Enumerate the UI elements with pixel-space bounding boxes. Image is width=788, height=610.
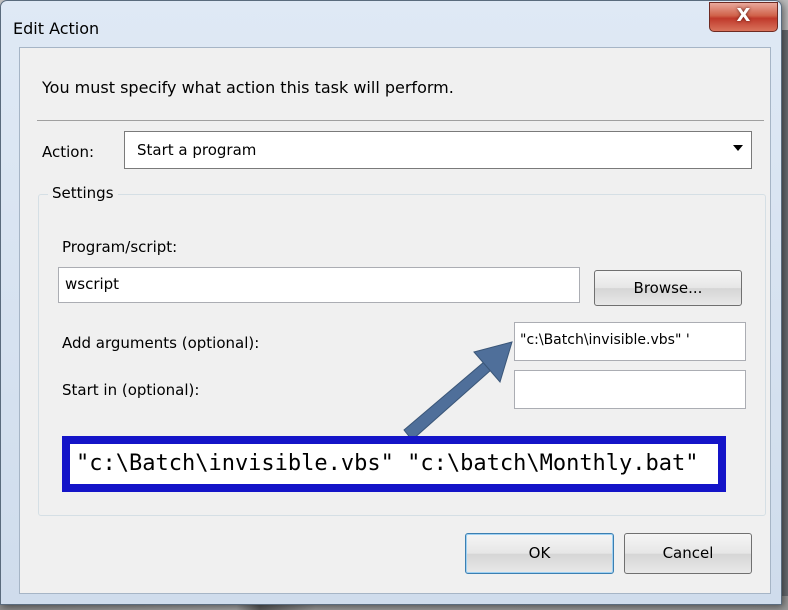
program-script-label: Program/script: xyxy=(62,238,178,256)
browse-button[interactable]: Browse... xyxy=(594,270,742,306)
close-icon: X xyxy=(736,5,751,26)
chevron-down-icon[interactable] xyxy=(733,145,743,151)
program-script-input[interactable]: wscript xyxy=(58,267,580,303)
settings-group-label: Settings xyxy=(48,184,118,202)
program-script-value: wscript xyxy=(65,275,120,293)
add-arguments-input[interactable]: "c:\Batch\invisible.vbs" ' xyxy=(514,322,746,361)
instruction-text: You must specify what action this task w… xyxy=(42,78,454,97)
window-title: Edit Action xyxy=(13,19,100,38)
action-dropdown-value: Start a program xyxy=(137,141,257,159)
action-dropdown[interactable]: Start a program xyxy=(124,131,752,169)
start-in-input[interactable] xyxy=(514,370,746,409)
annotation-callout-text: "c:\Batch\invisible.vbs" "c:\batch\Month… xyxy=(70,444,718,484)
ok-button[interactable]: OK xyxy=(465,533,614,574)
separator-line xyxy=(37,120,764,121)
title-bar: Edit Action X xyxy=(1,1,781,38)
add-arguments-label: Add arguments (optional): xyxy=(62,334,260,352)
close-button[interactable]: X xyxy=(709,2,778,32)
cancel-button[interactable]: Cancel xyxy=(624,533,752,574)
annotation-callout: "c:\Batch\invisible.vbs" "c:\batch\Month… xyxy=(62,436,726,492)
start-in-label: Start in (optional): xyxy=(62,381,200,399)
action-label: Action: xyxy=(42,143,95,161)
add-arguments-value: "c:\Batch\invisible.vbs" ' xyxy=(520,332,690,348)
